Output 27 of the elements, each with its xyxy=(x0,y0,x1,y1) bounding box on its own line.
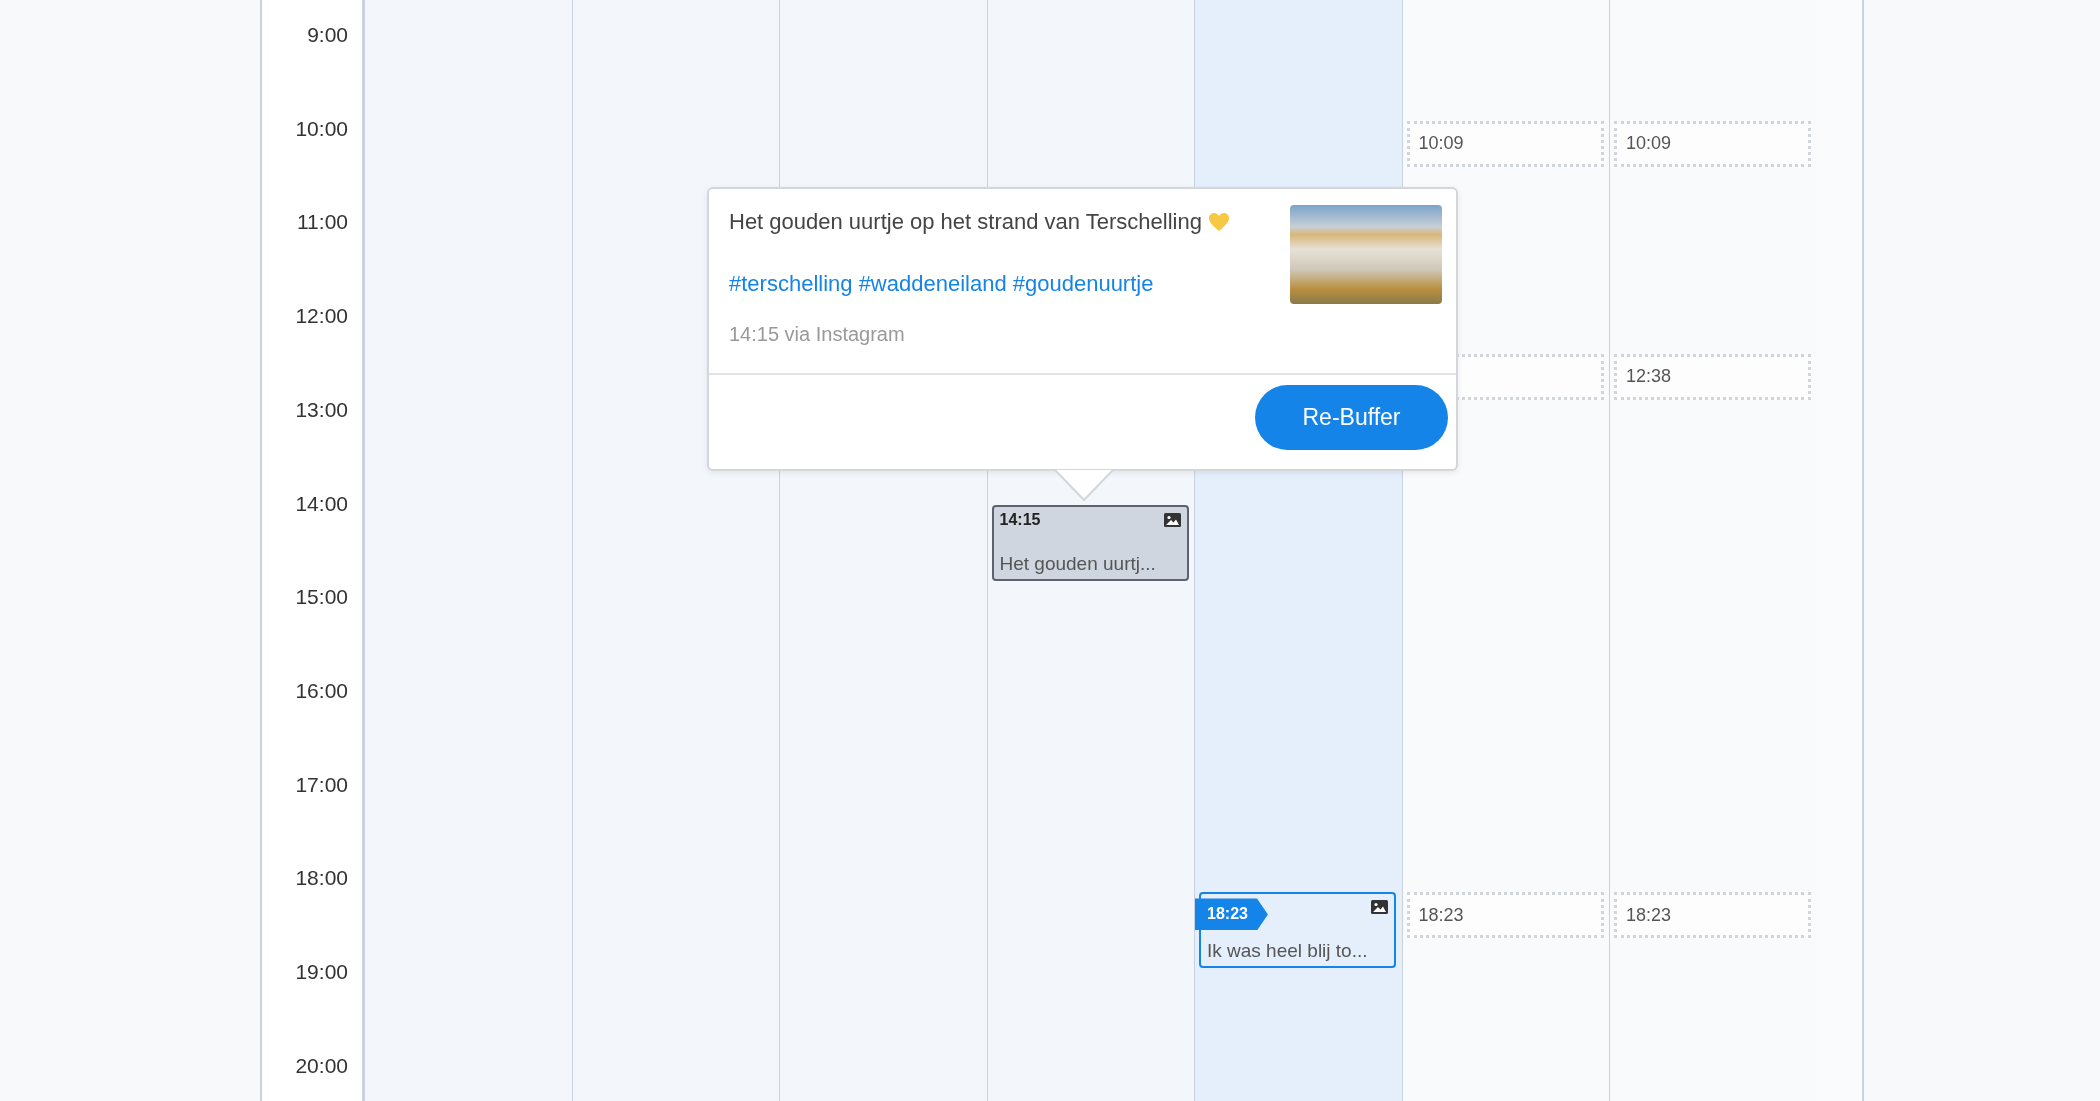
post-meta: 14:15 via Instagram xyxy=(729,323,906,346)
time-slot[interactable]: 10:09 xyxy=(1406,120,1604,167)
hour-label: 18:00 xyxy=(294,865,349,892)
time-slot[interactable]: 18:23 xyxy=(1406,892,1604,939)
hour-label: 12:00 xyxy=(294,303,349,330)
hour-label: 13:00 xyxy=(294,396,349,423)
hour-label: 11:00 xyxy=(296,209,349,236)
time-badge: 18:23 xyxy=(1195,898,1268,931)
hashtags: #terschelling #waddeneiland #goudenuurtje xyxy=(729,271,1155,297)
hour-label: 16:00 xyxy=(294,678,349,705)
hour-label: 15:00 xyxy=(294,584,349,611)
hour-label: 17:00 xyxy=(294,771,349,798)
rebuffer-button[interactable]: Re-Buffer xyxy=(1255,385,1448,450)
post-text: Het gouden uurtje op het strand van Terschelling xyxy=(729,209,1202,235)
hour-label: 10:00 xyxy=(294,115,349,142)
post-card[interactable]: 14:15 Het gouden uurtj... xyxy=(991,505,1189,582)
time-slot[interactable]: 18:23 xyxy=(1614,892,1811,939)
heart-icon xyxy=(1207,212,1230,232)
hour-label: 19:00 xyxy=(294,959,349,986)
hour-label: 20:00 xyxy=(294,1052,349,1079)
time-slot[interactable]: 12:38 xyxy=(1614,353,1811,400)
post-preview: Het gouden uurtj... xyxy=(999,553,1156,576)
post-preview: Ik was heel blij to... xyxy=(1207,940,1368,963)
hour-label: 14:00 xyxy=(294,490,349,517)
time-slot[interactable]: 10:09 xyxy=(1614,120,1811,167)
post-time: 14:15 xyxy=(999,511,1041,530)
hour-label: 9:00 xyxy=(306,22,349,48)
